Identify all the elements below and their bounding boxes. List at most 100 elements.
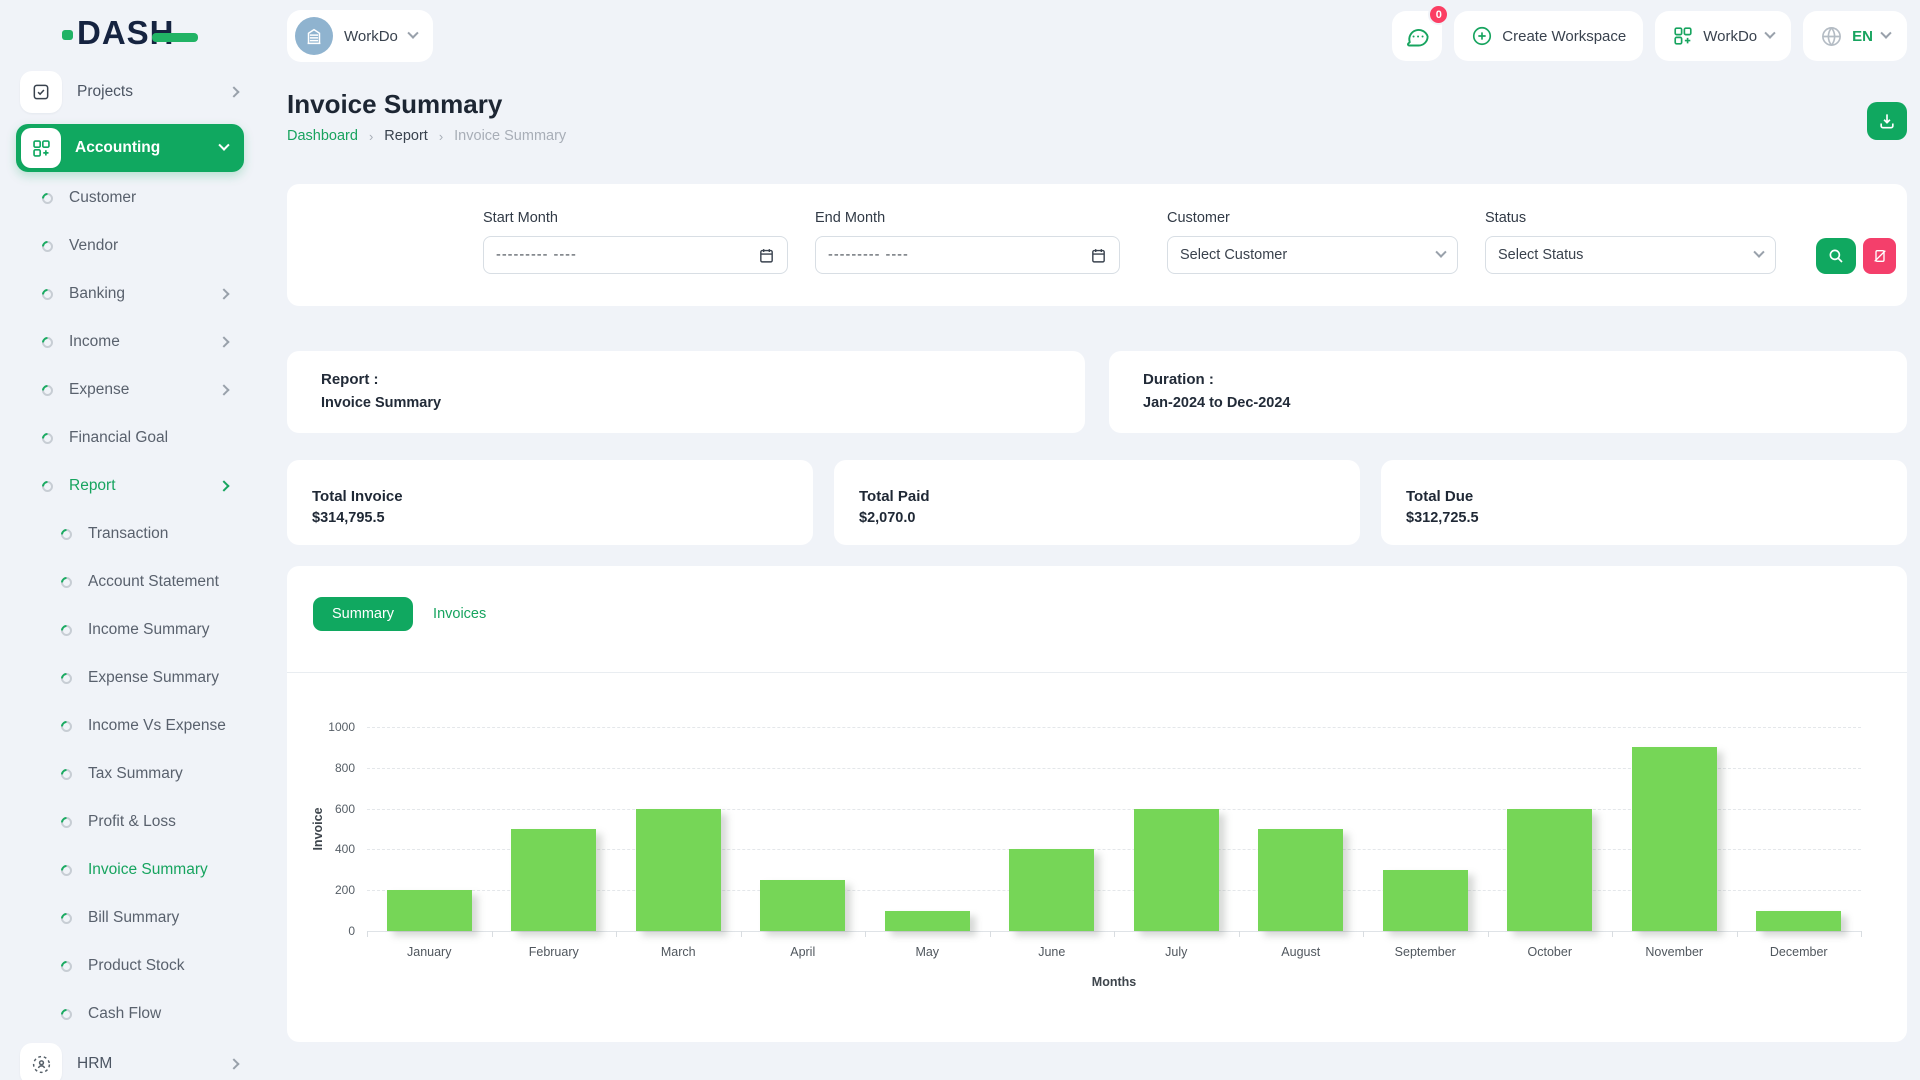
sidebar-nav: Projects Accounting Customer Vendor Banking I… [0, 66, 260, 1080]
bar-june[interactable] [1009, 849, 1094, 931]
chevron-right-icon [228, 86, 239, 97]
x-label-january: January [367, 945, 492, 959]
bar-february[interactable] [511, 829, 596, 931]
sidebar-item-product-stock-label: Product Stock [88, 957, 185, 975]
search-button[interactable] [1816, 238, 1856, 274]
total-card-total-due: Total Due$312,725.5 [1381, 460, 1907, 545]
breadcrumb: Dashboard›Report›Invoice Summary [287, 128, 566, 144]
total-label: Total Invoice [312, 488, 813, 505]
y-tick-label-1000: 1000 [295, 720, 355, 734]
bar-july[interactable] [1134, 809, 1219, 931]
sidebar-icon-box [21, 128, 61, 168]
hrm-icon [31, 1054, 52, 1075]
sidebar-item-hrm[interactable]: HRM [0, 1038, 260, 1080]
sidebar-item-income-summary[interactable]: Income Summary [0, 606, 260, 654]
bullet-icon [40, 286, 56, 302]
sidebar-item-banking-label: Banking [69, 285, 125, 303]
tab-summary[interactable]: Summary [313, 597, 413, 631]
sidebar-item-profit-loss[interactable]: Profit & Loss [0, 798, 260, 846]
topbar-actions: 0 Create Workspace WorkDo [1392, 11, 1907, 61]
sidebar-item-banking[interactable]: Banking [0, 270, 260, 318]
sidebar-item-expense-summary-label: Expense Summary [88, 669, 219, 687]
main-content: WorkDo 0 Create Wor [260, 0, 1920, 1080]
bar-september[interactable] [1383, 870, 1468, 931]
sidebar-item-projects[interactable]: Projects [0, 66, 260, 118]
sidebar-item-accounting[interactable]: Accounting [16, 124, 244, 172]
workspace-pill[interactable]: WorkDo [287, 10, 433, 62]
bullet-icon [59, 718, 75, 734]
language-switcher[interactable]: EN [1803, 11, 1907, 61]
sidebar-item-expense-summary[interactable]: Expense Summary [0, 654, 260, 702]
chevron-right-icon [218, 288, 229, 299]
gridline-1000 [367, 727, 1861, 728]
sidebar-item-accounting-label: Accounting [75, 139, 220, 157]
sidebar-item-product-stock[interactable]: Product Stock [0, 942, 260, 990]
workspace-switcher[interactable]: WorkDo [1655, 11, 1791, 61]
breadcrumb-report[interactable]: Report [384, 128, 428, 144]
reset-filter-button[interactable] [1863, 238, 1896, 274]
x-label-november: November [1612, 945, 1737, 959]
sidebar-item-income[interactable]: Income [0, 318, 260, 366]
sidebar-item-invoice-summary[interactable]: Invoice Summary [0, 846, 260, 894]
sidebar-icon-box [20, 71, 62, 113]
x-tickmark-icon [1239, 931, 1240, 937]
y-tick-label-400: 400 [295, 842, 355, 856]
sidebar-item-financial-goal[interactable]: Financial Goal [0, 414, 260, 462]
sidebar-item-customer-label: Customer [69, 189, 136, 207]
bar-april[interactable] [760, 880, 845, 931]
sidebar-item-customer[interactable]: Customer [0, 174, 260, 222]
x-tickmark-icon [1488, 931, 1489, 937]
tab-invoices[interactable]: Invoices [433, 606, 486, 622]
breadcrumb-dashboard[interactable]: Dashboard [287, 128, 358, 144]
filter-card: Start Month --------- ---- End Month ---… [287, 184, 1907, 306]
duration-card: Duration : Jan-2024 to Dec-2024 [1109, 351, 1907, 433]
status-select[interactable]: Select Status [1485, 236, 1776, 274]
y-tick-label-200: 200 [295, 883, 355, 897]
sidebar-item-report-label: Report [69, 477, 116, 495]
chevron-down-icon [1753, 247, 1764, 258]
sidebar-item-cash-flow[interactable]: Cash Flow [0, 990, 260, 1038]
calendar-icon [1090, 247, 1107, 264]
bullet-icon [40, 382, 56, 398]
sidebar-item-expense[interactable]: Expense [0, 366, 260, 414]
bar-january[interactable] [387, 890, 472, 931]
sidebar-item-transaction[interactable]: Transaction [0, 510, 260, 558]
x-tickmark-icon [492, 931, 493, 937]
duration-value: Jan-2024 to Dec-2024 [1143, 395, 1907, 411]
sidebar: DASH Projects Accounting Customer Vendor Ban… [0, 0, 260, 1080]
start-month-placeholder: --------- ---- [496, 247, 758, 263]
sidebar-item-report[interactable]: Report [0, 462, 260, 510]
end-month-input[interactable]: --------- ---- [815, 236, 1120, 274]
x-label-july: July [1114, 945, 1239, 959]
download-button[interactable] [1867, 102, 1907, 140]
customer-select[interactable]: Select Customer [1167, 236, 1458, 274]
bar-august[interactable] [1258, 829, 1343, 931]
sidebar-item-projects-label: Projects [77, 83, 230, 101]
sidebar-item-vendor[interactable]: Vendor [0, 222, 260, 270]
language-code: EN [1852, 28, 1873, 45]
sidebar-item-bill-summary[interactable]: Bill Summary [0, 894, 260, 942]
bullet-icon [40, 478, 56, 494]
x-tickmark-icon [1737, 931, 1738, 937]
breadcrumb-separator-icon: › [369, 129, 373, 144]
sidebar-item-cash-flow-label: Cash Flow [88, 1005, 161, 1023]
create-workspace-button[interactable]: Create Workspace [1454, 11, 1643, 61]
bar-may[interactable] [885, 911, 970, 931]
messages-button[interactable]: 0 [1392, 11, 1442, 61]
y-tick-label-600: 600 [295, 802, 355, 816]
report-card: Report : Invoice Summary [287, 351, 1085, 433]
end-month-placeholder: --------- ---- [828, 247, 1090, 263]
bullet-icon [40, 238, 56, 254]
brand-logo[interactable]: DASH [0, 0, 260, 66]
chevron-right-icon [218, 336, 229, 347]
bar-november[interactable] [1632, 747, 1717, 931]
filter-buttons [1816, 238, 1896, 274]
sidebar-item-tax-summary[interactable]: Tax Summary [0, 750, 260, 798]
start-month-input[interactable]: --------- ---- [483, 236, 788, 274]
sidebar-item-income-vs-expense[interactable]: Income Vs Expense [0, 702, 260, 750]
bar-march[interactable] [636, 809, 721, 931]
bar-december[interactable] [1756, 911, 1841, 931]
x-tickmark-icon [741, 931, 742, 937]
sidebar-item-account-statement[interactable]: Account Statement [0, 558, 260, 606]
bar-october[interactable] [1507, 809, 1592, 931]
